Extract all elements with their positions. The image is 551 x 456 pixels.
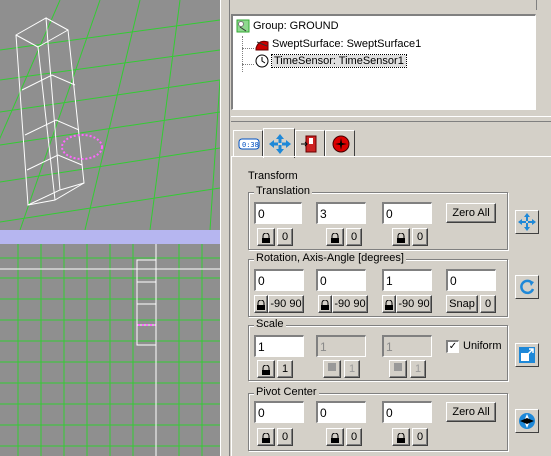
rotation-y-lock-button[interactable] <box>318 295 332 313</box>
tab-exit[interactable] <box>295 130 325 156</box>
tab-burst[interactable] <box>325 130 355 156</box>
pivot-x-lock-button[interactable] <box>257 428 275 446</box>
swept-surface-icon <box>255 37 269 51</box>
rotation-y-step-button[interactable]: -90 90 <box>332 295 368 313</box>
lock-icon <box>385 299 393 310</box>
scale-y-input: 1 <box>316 335 366 357</box>
tree-line <box>242 36 243 72</box>
rotation-label: Rotation, Axis-Angle [degrees] <box>254 252 406 264</box>
tab-time-sensor[interactable]: 0:38 <box>233 130 263 156</box>
translation-x-lock-button[interactable] <box>257 228 275 246</box>
clock-icon <box>255 54 269 68</box>
tree-item-group-ground[interactable]: Group: GROUND <box>236 18 339 34</box>
rotation-snap-button[interactable]: Snap <box>446 295 478 313</box>
scale-icon <box>519 347 535 363</box>
scale-x-lock-button[interactable] <box>257 360 275 378</box>
scale-tool-button[interactable] <box>515 343 539 367</box>
pivot-z-input[interactable]: 0 <box>382 401 432 423</box>
lock-icon <box>331 432 339 443</box>
pivot-zero-all-button[interactable]: Zero All <box>446 402 496 422</box>
pivot-x-zero-button[interactable]: 0 <box>277 428 293 446</box>
tree-item-label: Group: GROUND <box>253 20 339 32</box>
scene-tree[interactable]: Group: GROUND SweptSurface: SweptSurface… <box>231 14 536 110</box>
translation-x-zero-button[interactable]: 0 <box>277 228 293 246</box>
square-icon <box>328 363 336 371</box>
scrollbar-stub[interactable] <box>536 0 551 10</box>
rotation-x-lock-button[interactable] <box>254 295 268 313</box>
tree-line <box>242 64 254 65</box>
tree-line <box>242 48 254 49</box>
lock-icon <box>397 432 405 443</box>
rotation-z-lock-button[interactable] <box>382 295 396 313</box>
translation-y-zero-button[interactable]: 0 <box>346 228 362 246</box>
rotation-axis-x-input[interactable]: 0 <box>254 269 304 291</box>
tree-item-swept-surface[interactable]: SweptSurface: SweptSurface1 <box>255 36 421 52</box>
translation-y-input[interactable]: 3 <box>316 202 366 224</box>
translation-zero-all-button[interactable]: Zero All <box>446 203 496 223</box>
lock-icon <box>262 364 270 375</box>
top-viewport[interactable] <box>0 244 220 456</box>
panel-splitter[interactable] <box>231 116 551 122</box>
rotation-axis-y-input[interactable]: 0 <box>316 269 366 291</box>
svg-text:0:38: 0:38 <box>242 141 259 149</box>
scale-label: Scale <box>254 318 286 330</box>
uniform-checkbox[interactable]: ✓ <box>446 340 459 353</box>
time-sensor-tab-icon: 0:38 <box>238 138 260 150</box>
uniform-label: Uniform <box>463 340 502 352</box>
tree-item-label: SweptSurface: SweptSurface1 <box>272 38 422 50</box>
translation-z-zero-button[interactable]: 0 <box>412 228 428 246</box>
perspective-grid <box>0 0 220 230</box>
pivot-tool-button[interactable] <box>515 409 539 433</box>
translate-tool-button[interactable] <box>515 210 539 234</box>
lock-icon <box>321 299 329 310</box>
red-burst-tab-icon <box>332 135 350 153</box>
square-icon <box>394 363 402 371</box>
scale-x-one-button[interactable]: 1 <box>277 360 293 378</box>
lock-icon <box>397 232 405 243</box>
tab-move[interactable] <box>263 128 295 158</box>
pivot-z-lock-button[interactable] <box>392 428 410 446</box>
viewport-splitter[interactable] <box>220 0 230 456</box>
move-icon <box>518 213 536 231</box>
move-tab-icon <box>269 134 291 154</box>
pivot-label: Pivot Center <box>254 386 319 398</box>
pivot-y-input[interactable]: 0 <box>316 401 366 423</box>
rotation-z-step-button[interactable]: -90 90 <box>396 295 432 313</box>
scale-z-one-button: 1 <box>410 360 426 378</box>
pivot-y-lock-button[interactable] <box>326 428 344 446</box>
translation-z-input[interactable]: 0 <box>382 202 432 224</box>
translation-z-lock-button[interactable] <box>392 228 410 246</box>
lock-icon <box>262 232 270 243</box>
rotation-angle-input[interactable]: 0 <box>446 269 496 291</box>
scale-y-lock-button <box>323 360 341 378</box>
scale-z-lock-button <box>389 360 407 378</box>
scale-y-one-button: 1 <box>344 360 360 378</box>
rotation-snap-zero-button[interactable]: 0 <box>480 295 496 313</box>
rotation-axis-z-input[interactable]: 1 <box>382 269 432 291</box>
rotation-x-step-button[interactable]: -90 90 <box>268 295 304 313</box>
exit-door-tab-icon <box>301 135 317 153</box>
perspective-viewport[interactable] <box>0 0 220 230</box>
lock-icon <box>257 299 265 310</box>
lock-icon <box>262 432 270 443</box>
group-icon <box>236 19 250 33</box>
viewport-separator-bar[interactable] <box>0 230 220 244</box>
lock-icon <box>331 232 339 243</box>
top-grid <box>0 244 220 456</box>
translation-label: Translation <box>254 185 313 197</box>
pivot-icon <box>519 413 535 429</box>
rotate-tool-button[interactable] <box>515 275 539 299</box>
scale-z-input: 1 <box>382 335 432 357</box>
rotate-icon <box>520 279 535 295</box>
pivot-x-input[interactable]: 0 <box>254 401 304 423</box>
pivot-z-zero-button[interactable]: 0 <box>412 428 428 446</box>
pivot-y-zero-button[interactable]: 0 <box>346 428 362 446</box>
translation-x-input[interactable]: 0 <box>254 202 302 224</box>
translation-y-lock-button[interactable] <box>326 228 344 246</box>
panel-title: Transform <box>248 170 298 182</box>
scale-x-input[interactable]: 1 <box>254 335 304 357</box>
tree-item-time-sensor[interactable]: TimeSensor: TimeSensor1 <box>255 53 407 69</box>
tree-item-label: TimeSensor: TimeSensor1 <box>271 54 407 68</box>
